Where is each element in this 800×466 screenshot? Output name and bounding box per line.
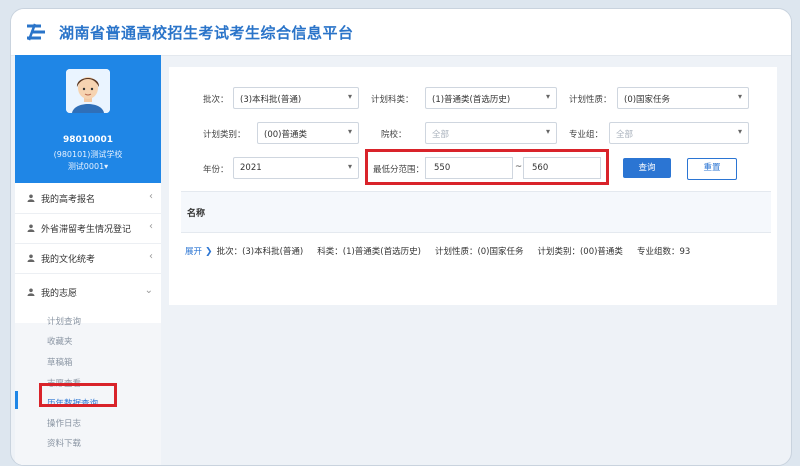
user-icon (27, 194, 35, 202)
avatar (66, 69, 110, 113)
active-indicator (15, 391, 18, 409)
expand-link[interactable]: 展开 (185, 247, 202, 257)
chevron-right-icon: ❯ (205, 247, 213, 257)
submenu-downloads[interactable]: 资料下载 (47, 437, 81, 449)
caret-down-icon: ▾ (347, 92, 352, 101)
year-select[interactable]: 2021 ▾ (233, 157, 359, 179)
batch-label: 批次： (203, 95, 229, 105)
top-header: 湖南省普通高校招生考试考生综合信息平台 (11, 9, 791, 56)
summary-category: 计划类别：(00)普通类 (537, 247, 623, 257)
sidebar-item-stranded-registration[interactable]: 外省滞留考生情况登记 ‹ (15, 213, 161, 244)
caret-down-icon: ▾ (545, 127, 550, 136)
platform-logo-icon (27, 23, 45, 41)
sidebar-item-exams[interactable]: 我的文化统考 ‹ (15, 243, 161, 274)
browser-frame: 湖南省普通高校招生考试考生综合信息平台 98010001 (980101)测试学… (10, 8, 792, 466)
nature-label: 计划性质： (569, 95, 612, 105)
subject-label: 计划科类： (371, 95, 414, 105)
user-icon (27, 288, 35, 296)
batch-select[interactable]: (3)本科批(普通) ▾ (233, 87, 359, 109)
summary-subject: 科类：(1)普通类(首选历史) (317, 247, 421, 257)
summary-count: 专业组数：93 (636, 247, 691, 257)
category-select[interactable]: (00)普通类 ▾ (257, 122, 359, 144)
year-label: 年份： (203, 165, 229, 175)
submenu-favorites[interactable]: 收藏夹 (47, 335, 73, 347)
school-label: 院校： (381, 130, 407, 140)
submenu-operation-log[interactable]: 操作日志 (47, 417, 81, 429)
avatar-icon (66, 69, 110, 113)
chevron-left-icon: ‹ (149, 191, 153, 202)
category-value: (00)普通类 (264, 130, 307, 140)
major-group-select[interactable]: 全部 ▾ (609, 122, 749, 144)
sidebar-item-label: 我的高考报名 (41, 195, 96, 205)
user-name: 测试0001 (67, 162, 105, 171)
highlight-box-menu (39, 383, 117, 407)
candidate-id: 98010001 (62, 135, 114, 145)
reset-button[interactable]: 重置 (687, 158, 737, 180)
user-caret-icon: ▾ (104, 162, 109, 171)
column-name: 名称 (187, 209, 206, 219)
highlight-box-score (365, 149, 609, 185)
sidebar-item-label: 我的志愿 (41, 289, 78, 299)
candidate-school: (980101)测试学校 (53, 150, 123, 159)
major-group-placeholder: 全部 (616, 130, 634, 140)
user-dropdown[interactable]: 测试0001▾ (15, 161, 161, 172)
submenu-drafts[interactable]: 草稿箱 (47, 356, 73, 368)
chevron-down-icon: ⌄ (144, 285, 153, 296)
submenu-plan-query[interactable]: 计划查询 (47, 315, 81, 327)
site-title: 湖南省普通高校招生考试考生综合信息平台 (59, 24, 354, 42)
query-panel: 批次： (3)本科批(普通) ▾ 计划科类： (1)普通类(首选历史) ▾ 计划性质… (169, 67, 777, 305)
result-summary-row: 展开 ❯ 批次：(3)本科批(普通) 科类：(1)普通类(首选历史) 计划性质：(0)国… (185, 245, 690, 257)
caret-down-icon: ▾ (545, 92, 550, 101)
school-select[interactable]: 全部 ▾ (425, 122, 557, 144)
category-label: 计划类别： (203, 130, 246, 140)
query-button[interactable]: 查询 (623, 158, 671, 178)
profile-card: 98010001 (980101)测试学校 测试0001▾ (15, 55, 161, 183)
table-header: 名称 (181, 191, 771, 233)
major-group-label: 专业组： (569, 130, 604, 140)
summary-nature: 计划性质：(0)国家任务 (434, 247, 524, 257)
batch-value: (3)本科批(普通) (240, 95, 302, 105)
school-placeholder: 全部 (432, 130, 450, 140)
user-icon (27, 224, 35, 232)
chevron-left-icon: ‹ (149, 251, 153, 262)
subject-value: (1)普通类(首选历史) (432, 95, 511, 105)
sidebar-item-registration[interactable]: 我的高考报名 ‹ (15, 183, 161, 214)
user-icon (27, 254, 35, 262)
year-value: 2021 (240, 163, 262, 173)
nature-select[interactable]: (0)国家任务 ▾ (617, 87, 749, 109)
sidebar-item-label: 我的文化统考 (41, 255, 96, 265)
summary-batch: 批次：(3)本科批(普通) (216, 247, 304, 257)
nature-value: (0)国家任务 (624, 95, 671, 105)
caret-down-icon: ▾ (347, 127, 352, 136)
subject-select[interactable]: (1)普通类(首选历史) ▾ (425, 87, 557, 109)
caret-down-icon: ▾ (737, 127, 742, 136)
chevron-left-icon: ‹ (149, 221, 153, 232)
caret-down-icon: ▾ (347, 162, 352, 171)
caret-down-icon: ▾ (737, 92, 742, 101)
sidebar-item-my-applications[interactable]: 我的志愿 ⌄ (15, 277, 161, 307)
sidebar-item-label: 外省滞留考生情况登记 (41, 225, 132, 235)
